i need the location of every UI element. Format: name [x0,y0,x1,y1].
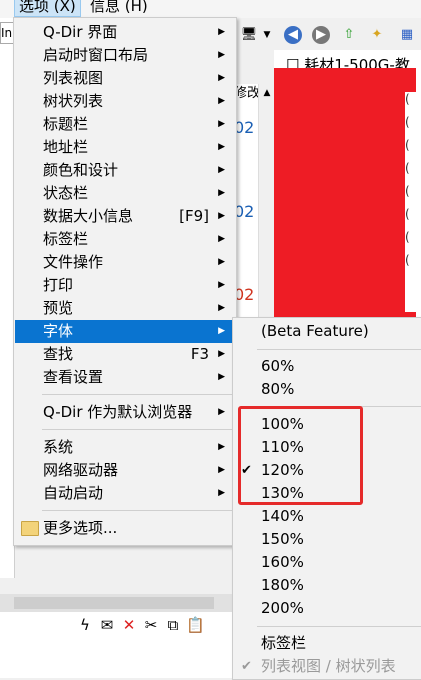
menu-item-list-view[interactable]: 列表视图 ▶ [15,67,235,90]
submenu-arrow-icon: ▶ [218,96,225,106]
menu-item-preview[interactable]: 预览 ▶ [15,297,235,320]
submenu-arrow-icon: ▶ [218,211,225,221]
menu-item-startup-layout[interactable]: 启动时窗口布局 ▶ [15,44,235,67]
bottom-toolbar: ϟ ✉ ✕ ✂ ⧉ 📋 [76,616,205,634]
scrollbar-thumb[interactable] [14,597,214,609]
submenu-item-200[interactable]: 200% [233,597,421,620]
address-bar-fragment[interactable]: In [0,22,14,44]
menu-item-view-settings[interactable]: 查看设置 ▶ [15,366,235,389]
computer-icon[interactable]: 🖥 [240,26,258,44]
menu-item-tree-list[interactable]: 树状列表 ▶ [15,90,235,113]
paste-icon[interactable]: 📋 [186,616,205,634]
copy-icon[interactable]: ⧉ [164,616,182,634]
menu-item-default-browser[interactable]: Q-Dir 作为默认浏览器 ▶ [15,401,235,424]
submenu-arrow-icon: ▶ [218,188,225,198]
submenu-arrow-icon: ▶ [218,280,225,290]
menu-item-network-drives[interactable]: 网络驱动器 ▶ [15,459,235,482]
menu-separator [42,394,232,395]
submenu-item-180[interactable]: 180% [233,574,421,597]
menu-separator [42,429,232,430]
submenu-arrow-icon: ▶ [218,303,225,313]
menu-bar: 选项 (X) 信息 (H) [0,0,421,18]
menu-item-system[interactable]: 系统 ▶ [15,436,235,459]
cut-icon[interactable]: ✂ [142,616,160,634]
menu-separator [42,510,232,511]
submenu-item-140[interactable]: 140% [233,505,421,528]
flash-icon[interactable]: ϟ [76,616,94,634]
up-folder-icon[interactable]: ⇧ [340,26,358,44]
submenu-arrow-icon: ▶ [218,73,225,83]
menu-info[interactable]: 信息 (H) [86,0,152,16]
menu-item-file-operations[interactable]: 文件操作 ▶ [15,251,235,274]
menu-item-find[interactable]: 查找 F3 ▶ [15,343,235,366]
submenu-item-80[interactable]: 80% [233,378,421,401]
back-icon[interactable]: ◀ [284,26,302,44]
menu-item-title-bar[interactable]: 标题栏 ▶ [15,113,235,136]
date-fragment: 02 [234,285,255,304]
menu-item-autostart[interactable]: 自动启动 ▶ [15,482,235,505]
menu-item-status-bar[interactable]: 状态栏 ▶ [15,182,235,205]
menu-item-tab-bar[interactable]: 标签栏 ▶ [15,228,235,251]
submenu-item-beta-feature[interactable]: (Beta Feature) [233,320,421,343]
submenu-arrow-icon: ▶ [218,407,225,417]
view-grid-icon[interactable]: ▦ [398,26,416,44]
submenu-arrow-icon: ▶ [218,372,225,382]
submenu-arrow-icon: ▶ [218,488,225,498]
date-fragment: 02 [234,118,255,137]
submenu-arrow-icon: ▶ [218,326,225,336]
forward-icon[interactable]: ▶ [312,26,330,44]
right-pane-column: (((((((( [405,92,421,312]
annotation-highlight-box [238,406,363,505]
dropdown-arrow-icon[interactable]: ▼ [258,26,276,44]
menu-item-data-size-info[interactable]: 数据大小信息 [F9] ▶ [15,205,235,228]
submenu-arrow-icon: ▶ [218,465,225,475]
submenu-item-tab-bar[interactable]: 标签栏 [233,632,421,655]
menu-item-print[interactable]: 打印 ▶ [15,274,235,297]
shortcut-label: [F9] [179,207,209,225]
submenu-arrow-icon: ▶ [218,119,225,129]
submenu-arrow-icon: ▶ [218,257,225,267]
checkmark-icon: ✔ [241,659,252,674]
folder-icon [21,521,39,536]
menu-separator [257,349,421,350]
submenu-arrow-icon: ▶ [218,442,225,452]
menu-options[interactable]: 选项 (X) [14,0,81,17]
submenu-arrow-icon: ▶ [218,27,225,37]
delete-icon[interactable]: ✕ [120,616,138,634]
shortcut-label: F3 [190,345,209,363]
submenu-item-60[interactable]: 60% [233,355,421,378]
date-fragment: 02 [234,202,255,221]
menu-item-more-options[interactable]: 更多选项... [15,517,235,540]
submenu-arrow-icon: ▶ [218,165,225,175]
menu-item-colors-design[interactable]: 颜色和设计 ▶ [15,159,235,182]
submenu-arrow-icon: ▶ [218,234,225,244]
submenu-item-150[interactable]: 150% [233,528,421,551]
submenu-item-list-tree: ✔ 列表视图 / 树状列表 [233,655,421,678]
submenu-item-160[interactable]: 160% [233,551,421,574]
mail-icon[interactable]: ✉ [98,616,116,634]
submenu-arrow-icon: ▶ [218,142,225,152]
submenu-arrow-icon: ▶ [218,50,225,60]
new-folder-icon[interactable]: ✦ [368,26,386,44]
menu-item-qdir-interface[interactable]: Q-Dir 界面 ▶ [15,21,235,44]
menu-separator [257,626,421,627]
submenu-arrow-icon: ▶ [218,349,225,359]
right-pane-toolbar: 🖥 ▼ ◀ ▶ ⇧ ✦ ▦ [232,18,421,50]
options-menu: Q-Dir 界面 ▶ 启动时窗口布局 ▶ 列表视图 ▶ 树状列表 ▶ 标题栏 ▶ 地址栏 ▶… [13,17,237,546]
horizontal-scrollbar[interactable] [0,594,232,612]
menu-item-address-bar[interactable]: 地址栏 ▶ [15,136,235,159]
menu-item-font[interactable]: 字体 ▶ [15,320,235,343]
redaction-block [274,68,416,320]
